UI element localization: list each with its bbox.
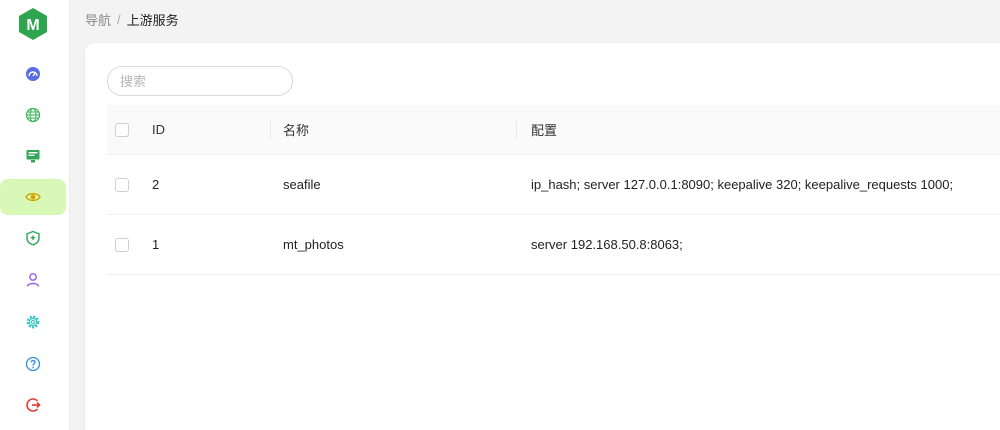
- user-icon: [26, 273, 40, 287]
- sidebar-item-dashboard[interactable]: [0, 56, 66, 92]
- cell-id: 1: [152, 237, 160, 252]
- breadcrumb-separator: /: [117, 12, 121, 27]
- row-checkbox-cell: [107, 155, 140, 214]
- row-checkbox[interactable]: [115, 177, 129, 192]
- breadcrumb-current: 上游服务: [126, 13, 179, 28]
- row-checkbox-cell: [107, 215, 140, 274]
- sidebar-item-settings[interactable]: [0, 304, 66, 340]
- header-checkbox-cell: [107, 105, 140, 154]
- logo-letter: M: [26, 17, 39, 34]
- monitor-icon: [26, 150, 40, 163]
- column-header-name[interactable]: 名称: [270, 105, 516, 154]
- globe-icon: [25, 107, 41, 123]
- table-header: ID 名称 配置: [107, 105, 1000, 155]
- logo[interactable]: M: [18, 7, 48, 41]
- select-all-checkbox[interactable]: [115, 122, 129, 137]
- column-header-id[interactable]: ID: [140, 105, 270, 154]
- sidebar-item-security[interactable]: [0, 220, 66, 256]
- upstream-table: ID 名称 配置 2 seafile ip_hash; server 127.0…: [107, 105, 1000, 275]
- cell-name: seafile: [283, 177, 321, 192]
- logout-icon: [26, 398, 41, 412]
- search-input[interactable]: [108, 67, 292, 95]
- table-row[interactable]: 2 seafile ip_hash; server 127.0.0.1:8090…: [107, 155, 1000, 215]
- sidebar-item-monitor[interactable]: [0, 138, 66, 174]
- sidebar-item-sites[interactable]: [0, 97, 66, 133]
- sidebar-item-logout[interactable]: [0, 387, 66, 423]
- sidebar-item-users[interactable]: [0, 262, 66, 298]
- shield-icon: [26, 230, 40, 246]
- sidebar: M: [0, 0, 70, 430]
- main-card: ID 名称 配置 2 seafile ip_hash; server 127.0…: [85, 43, 1000, 430]
- help-icon: [25, 356, 41, 372]
- column-header-config[interactable]: 配置: [516, 105, 1000, 154]
- eye-icon: [25, 192, 41, 202]
- breadcrumb: 导航 / 上游服务: [85, 10, 179, 29]
- sidebar-item-upstream[interactable]: [0, 179, 66, 215]
- search-box: [107, 66, 293, 96]
- sidebar-item-help[interactable]: [0, 346, 66, 382]
- cell-config: ip_hash; server 127.0.0.1:8090; keepaliv…: [531, 177, 954, 192]
- row-checkbox[interactable]: [115, 237, 129, 252]
- cell-config: server 192.168.50.8:8063;: [531, 237, 683, 252]
- gear-icon: [26, 315, 40, 329]
- logo-icon: M: [19, 8, 47, 40]
- table-row[interactable]: 1 mt_photos server 192.168.50.8:8063;: [107, 215, 1000, 275]
- dashboard-icon: [26, 67, 40, 81]
- cell-id: 2: [152, 177, 160, 192]
- breadcrumb-root[interactable]: 导航: [85, 10, 111, 29]
- cell-name: mt_photos: [283, 237, 344, 252]
